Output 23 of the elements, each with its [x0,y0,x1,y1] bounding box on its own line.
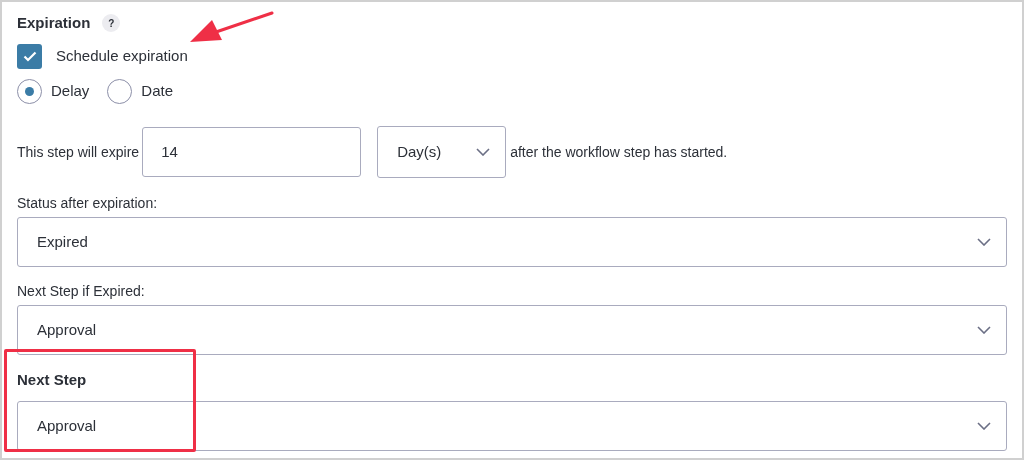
radio-label: Date [141,80,174,101]
schedule-checkbox[interactable] [17,43,42,69]
chevron-down-icon [977,326,991,334]
checkbox-label: Schedule expiration [56,45,188,66]
expire-prefix: This step will expire [17,142,140,162]
radio-button[interactable] [17,78,42,104]
select-dropdown[interactable]: Approval [17,305,1007,355]
check-icon [22,50,37,62]
radio-label: Delay [51,80,90,101]
radio-button[interactable] [107,78,133,104]
select-dropdown[interactable]: Expired [17,217,1007,267]
help-badge[interactable]: ? [102,14,121,32]
expire-suffix: after the workflow step has started. [510,142,728,162]
select-dropdown[interactable]: Approval [17,401,1007,451]
field-label: Status after expiration: [17,194,159,213]
chevron-down-icon [977,238,991,246]
chevron-down-icon [977,422,991,430]
unit-dropdown[interactable]: Day(s) [377,126,507,178]
chevron-down-icon [476,148,491,156]
section-title: Expiration [17,12,91,33]
amount-field[interactable]: 14 [142,127,362,177]
field-label: Next Step if Expired: [17,282,146,301]
field-label: Next Step [17,370,88,389]
